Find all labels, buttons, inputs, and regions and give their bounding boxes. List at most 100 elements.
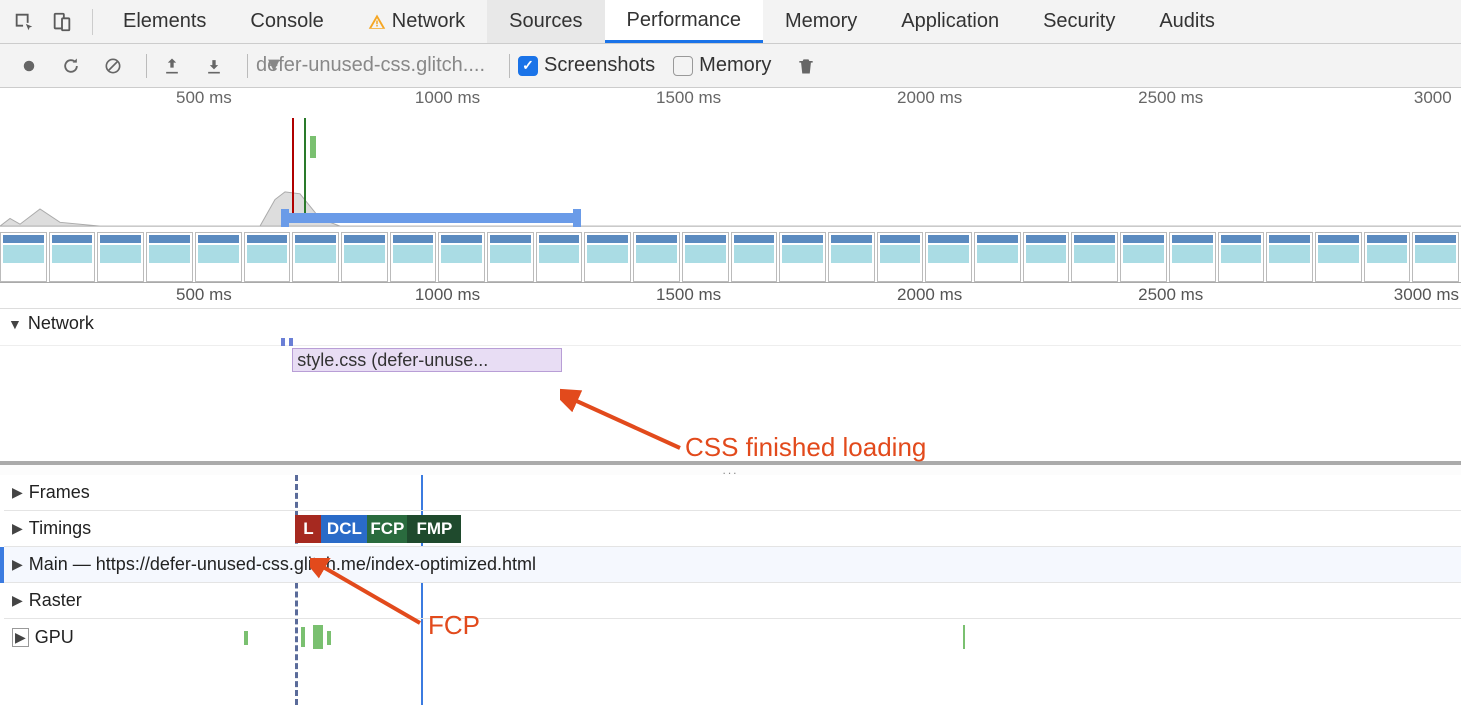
- filmstrip-frame[interactable]: [244, 232, 291, 282]
- filmstrip-frame[interactable]: [1315, 232, 1362, 282]
- filmstrip-frame[interactable]: [1412, 232, 1459, 282]
- network-row: style.css (defer-unuse...: [0, 348, 1461, 376]
- filmstrip-frame[interactable]: [877, 232, 924, 282]
- filmstrip-frame[interactable]: [828, 232, 875, 282]
- frames-label: Frames: [29, 482, 90, 503]
- tick-mark: [289, 338, 293, 346]
- dcl-marker[interactable]: DCL: [321, 515, 367, 543]
- gpu-track[interactable]: ▶ GPU: [0, 619, 1461, 655]
- recording-selector[interactable]: defer-unused-css.glitch.... ▼: [256, 54, 485, 77]
- filmstrip-frame[interactable]: [1364, 232, 1411, 282]
- network-track[interactable]: ▼ Network style.css (defer-unuse...: [0, 309, 1461, 463]
- inspect-element-icon[interactable]: [8, 6, 40, 38]
- filmstrip-frame[interactable]: [925, 232, 972, 282]
- filmstrip-frame[interactable]: [682, 232, 729, 282]
- frames-track[interactable]: ▶ Frames: [0, 475, 1461, 511]
- filmstrip-frame[interactable]: [390, 232, 437, 282]
- tab-performance[interactable]: Performance: [605, 0, 764, 43]
- recording-label: defer-unused-css.glitch....: [256, 54, 485, 77]
- clear-button[interactable]: [96, 49, 130, 83]
- filmstrip-frame[interactable]: [779, 232, 826, 282]
- ruler-tick: 2500 ms: [1138, 285, 1205, 305]
- load-marker-line: [292, 118, 294, 223]
- cpu-chart: [0, 190, 1461, 228]
- filmstrip-frame[interactable]: [146, 232, 193, 282]
- timings-track[interactable]: ▶ Timings L DCL FCP FMP: [0, 511, 1461, 547]
- network-track-label: Network: [28, 313, 94, 334]
- filmstrip-frame[interactable]: [1071, 232, 1118, 282]
- filmstrip-frame[interactable]: [1169, 232, 1216, 282]
- filmstrip-frame[interactable]: [487, 232, 534, 282]
- raster-track[interactable]: ▶ Raster: [0, 583, 1461, 619]
- filmstrip-frame[interactable]: [1120, 232, 1167, 282]
- memory-checkbox-wrap[interactable]: Memory: [673, 54, 771, 77]
- ruler-tick: 3000 ms: [1394, 285, 1461, 305]
- filmstrip-frame[interactable]: [97, 232, 144, 282]
- tab-memory[interactable]: Memory: [763, 0, 879, 43]
- gpu-activity: [4, 621, 1461, 653]
- filmstrip-frame[interactable]: [292, 232, 339, 282]
- overview-ruler: 500 ms 1000 ms 1500 ms 2000 ms 2500 ms 3…: [0, 88, 1461, 110]
- filmstrip-frame[interactable]: [633, 232, 680, 282]
- devtools-tabbar: Elements Console Network Sources Perform…: [0, 0, 1461, 44]
- ruler-tick: 2500 ms: [1138, 88, 1205, 108]
- record-button[interactable]: [12, 49, 46, 83]
- download-icon[interactable]: [197, 49, 231, 83]
- overview-activity: [0, 118, 1461, 223]
- ruler-tick: 1000 ms: [415, 285, 482, 305]
- tab-application[interactable]: Application: [879, 0, 1021, 43]
- fmp-marker[interactable]: FMP: [407, 515, 461, 543]
- expand-icon[interactable]: ▶: [12, 484, 23, 501]
- gpu-task: [963, 625, 965, 649]
- load-marker[interactable]: L: [295, 515, 321, 543]
- expand-icon[interactable]: ▶: [12, 556, 23, 573]
- network-request-bar[interactable]: style.css (defer-unuse...: [292, 348, 562, 372]
- expand-icon[interactable]: ▶: [12, 592, 23, 609]
- panel-splitter[interactable]: ...: [0, 463, 1461, 475]
- filmstrip-frame[interactable]: [1023, 232, 1070, 282]
- overview-selection[interactable]: [285, 213, 577, 223]
- divider: [146, 54, 147, 78]
- filmstrip-frame[interactable]: [195, 232, 242, 282]
- fcp-marker-line: [304, 118, 306, 223]
- filmstrip-frame[interactable]: [731, 232, 778, 282]
- tab-audits[interactable]: Audits: [1137, 0, 1237, 43]
- ruler-tick: 500 ms: [176, 88, 234, 108]
- garbage-collect-icon[interactable]: [789, 49, 823, 83]
- network-ticks-row: [0, 338, 1461, 346]
- tab-sources[interactable]: Sources: [487, 0, 604, 43]
- reload-button[interactable]: [54, 49, 88, 83]
- tab-console[interactable]: Console: [228, 0, 345, 43]
- detail-ruler[interactable]: 500 ms 1000 ms 1500 ms 2000 ms 2500 ms 3…: [0, 283, 1461, 309]
- tab-elements[interactable]: Elements: [101, 0, 228, 43]
- filmstrip-frame[interactable]: [974, 232, 1021, 282]
- filmstrip-frame[interactable]: [438, 232, 485, 282]
- filmstrip-frame[interactable]: [341, 232, 388, 282]
- memory-checkbox[interactable]: [673, 56, 693, 76]
- overview-panel[interactable]: 500 ms 1000 ms 1500 ms 2000 ms 2500 ms 3…: [0, 88, 1461, 283]
- filmstrip-frame[interactable]: [1266, 232, 1313, 282]
- expand-icon[interactable]: ▶: [12, 520, 23, 537]
- collapse-icon[interactable]: ▼: [8, 316, 22, 332]
- fcp-marker[interactable]: FCP: [367, 515, 407, 543]
- filmstrip-frame[interactable]: [584, 232, 631, 282]
- screenshots-checkbox-wrap[interactable]: Screenshots: [518, 54, 655, 77]
- upload-icon[interactable]: [155, 49, 189, 83]
- tab-network[interactable]: Network: [346, 0, 487, 43]
- filmstrip-frame[interactable]: [0, 232, 47, 282]
- filmstrip-frame[interactable]: [49, 232, 96, 282]
- filmstrip-frame[interactable]: [1218, 232, 1265, 282]
- filmstrip-frame[interactable]: [536, 232, 583, 282]
- network-track-header[interactable]: ▼ Network: [0, 309, 1461, 338]
- screenshots-checkbox[interactable]: [518, 56, 538, 76]
- flame-chart-panel[interactable]: ▶ Frames ▶ Timings L DCL FCP FMP ▶ Main …: [0, 475, 1461, 655]
- tab-security[interactable]: Security: [1021, 0, 1137, 43]
- gpu-task: [313, 625, 323, 649]
- gpu-task: [301, 627, 305, 647]
- warning-icon: [368, 13, 386, 31]
- main-track[interactable]: ▶ Main — https://defer-unused-css.glitch…: [0, 547, 1461, 583]
- ruler-tick: 2000 ms: [897, 285, 964, 305]
- gpu-task: [327, 631, 331, 645]
- screenshot-filmstrip[interactable]: [0, 232, 1461, 282]
- device-toolbar-icon[interactable]: [46, 6, 78, 38]
